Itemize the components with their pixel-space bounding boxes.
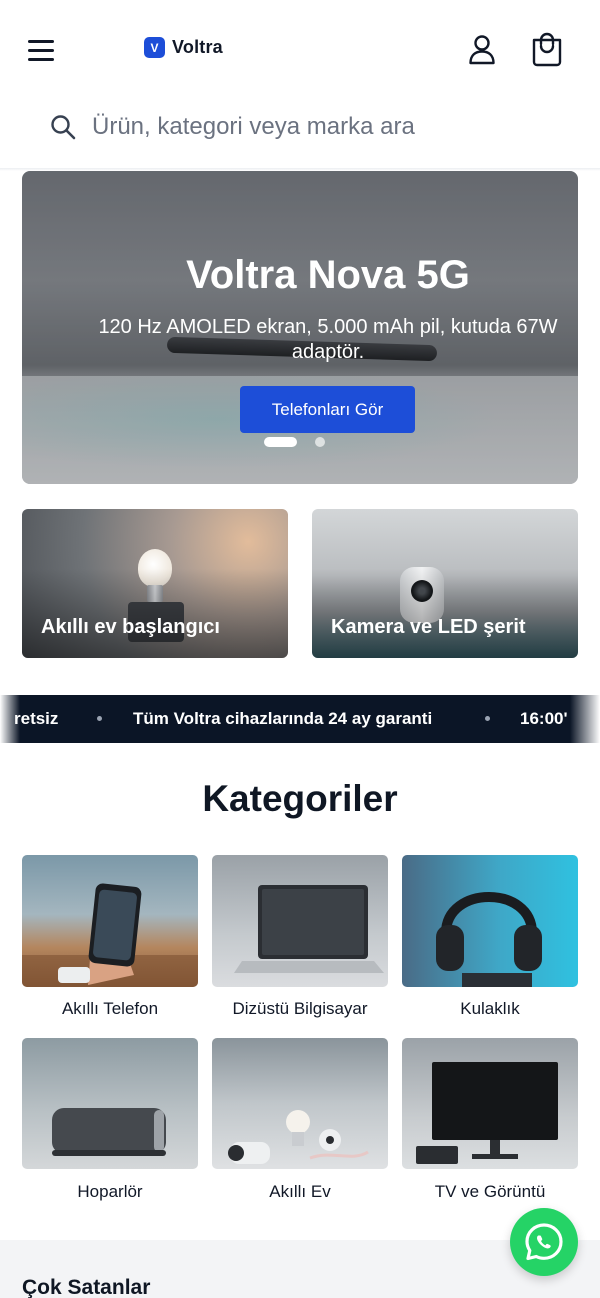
category-image (212, 1038, 388, 1169)
best-sellers-title: Çok Satanlar (22, 1276, 151, 1298)
marquee-item: retsiz (14, 709, 59, 728)
hero-cta-button[interactable]: Telefonları Gör (240, 386, 415, 433)
category-headphones[interactable]: Kulaklık (402, 855, 578, 1025)
categories-title: Kategoriler (202, 778, 398, 819)
hero-banner[interactable]: Voltra Nova 5G 120 Hz AMOLED ekran, 5.00… (22, 171, 578, 484)
category-speaker[interactable]: Hoparlör (22, 1038, 198, 1208)
search-icon[interactable] (50, 114, 76, 140)
marquee-item: 16:00' (520, 709, 568, 728)
promo-card-smart-home[interactable]: Akıllı ev başlangıcı (22, 509, 288, 658)
brand-logo[interactable]: V Voltra (144, 37, 223, 58)
marquee-item: Tüm Voltra cihazlarında 24 ay garanti (133, 709, 433, 728)
category-image (402, 855, 578, 987)
search-input[interactable] (92, 110, 572, 144)
user-icon[interactable] (465, 32, 499, 66)
site-header: V Voltra (0, 0, 600, 171)
category-image (22, 1038, 198, 1169)
category-smartphone[interactable]: Akıllı Telefon (22, 855, 198, 1025)
category-image (402, 1038, 578, 1169)
category-label: Dizüstü Bilgisayar (232, 999, 368, 1018)
category-label: TV ve Görüntü (434, 1182, 546, 1201)
announcement-marquee: retsiz Tüm Voltra cihazlarında 24 ay gar… (0, 695, 600, 743)
category-label: Hoparlör (77, 1182, 143, 1201)
cart-icon[interactable] (530, 31, 564, 67)
carousel-dot-active[interactable] (264, 437, 297, 447)
whatsapp-button[interactable] (510, 1208, 578, 1276)
category-label: Akıllı Telefon (61, 999, 159, 1018)
brand-mark-icon: V (144, 37, 165, 58)
hero-subtitle: 120 Hz AMOLED ekran, 5.000 mAh pil, kutu… (98, 316, 558, 363)
promo-label: Akıllı ev başlangıcı (41, 616, 220, 638)
promo-label: Kamera ve LED şerit (331, 616, 526, 638)
category-image (22, 855, 198, 987)
category-image (212, 855, 388, 987)
whatsapp-icon (525, 1223, 563, 1261)
search-bar (0, 96, 600, 160)
category-laptop[interactable]: Dizüstü Bilgisayar (212, 855, 388, 1025)
category-tv[interactable]: TV ve Görüntü (402, 1038, 578, 1208)
carousel-dot[interactable] (315, 437, 325, 447)
hero-title: Voltra Nova 5G (186, 253, 470, 297)
promo-card-camera-led[interactable]: Kamera ve LED şerit (312, 509, 578, 658)
marquee-separator (97, 716, 102, 721)
marquee-separator (485, 716, 490, 721)
category-label: Kulaklık (460, 999, 520, 1018)
category-label: Akıllı Ev (269, 1182, 331, 1201)
menu-icon[interactable] (28, 38, 56, 62)
brand-name: Voltra (172, 37, 223, 57)
category-smart-home[interactable]: Akıllı Ev (212, 1038, 388, 1208)
